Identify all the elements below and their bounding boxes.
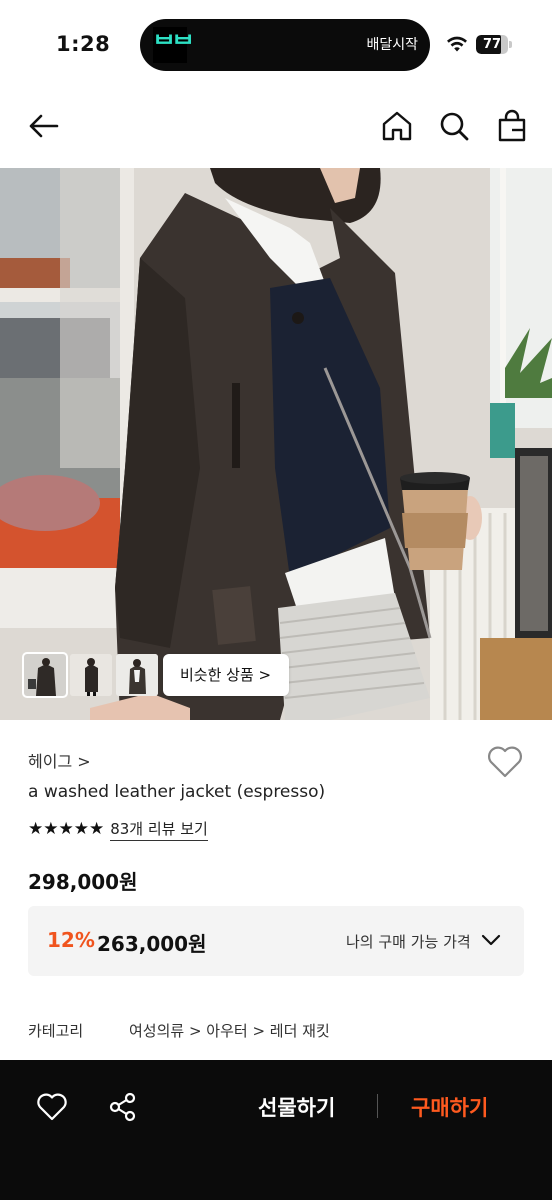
divider: [377, 1094, 378, 1118]
search-icon[interactable]: [437, 109, 471, 143]
discount-price: 263,000원: [97, 932, 207, 956]
category-label: 카테고리: [28, 1022, 84, 1040]
heart-outline-icon[interactable]: [486, 745, 524, 779]
original-price: 298,000원: [28, 870, 138, 894]
baemin-icon: ᄇᄇ: [153, 27, 194, 63]
rating-row: ★★★★★ 83개 리뷰 보기: [28, 818, 208, 841]
category-breadcrumb[interactable]: 여성의류 > 아우터 > 레더 재킷: [129, 1020, 330, 1041]
brand-link[interactable]: 헤이그 >: [28, 748, 91, 772]
heart-icon[interactable]: [36, 1093, 68, 1121]
thumbnail-2[interactable]: [70, 654, 112, 696]
top-nav: [0, 95, 552, 159]
home-icon[interactable]: [380, 109, 414, 143]
wifi-icon: [447, 36, 467, 52]
product-image[interactable]: [0, 168, 552, 720]
back-arrow-icon[interactable]: [26, 109, 60, 143]
thumbnail-1[interactable]: [22, 652, 68, 698]
my-price-label[interactable]: 나의 구매 가능 가격: [346, 931, 471, 952]
discount-panel[interactable]: 12% 263,000원 나의 구매 가능 가격: [28, 906, 524, 976]
star-rating: ★★★★★: [28, 819, 105, 839]
battery-icon: 77: [476, 35, 512, 54]
bottom-action-bar: 선물하기 구매하기: [0, 1060, 552, 1200]
status-bar: 1:28 ᄇᄇ 배달시작 77: [0, 0, 552, 90]
dynamic-island[interactable]: ᄇᄇ 배달시작: [140, 19, 430, 71]
buy-button[interactable]: 구매하기: [411, 1092, 488, 1122]
shopping-bag-icon[interactable]: [495, 109, 529, 143]
similar-products-button[interactable]: 비슷한 상품 >: [163, 654, 289, 696]
discount-rate: 12%: [47, 928, 95, 952]
review-link[interactable]: 83개 리뷰 보기: [110, 818, 208, 841]
product-photo: [0, 168, 552, 720]
battery-percent: 77: [482, 37, 502, 52]
chevron-down-icon[interactable]: [481, 933, 501, 947]
gift-button[interactable]: 선물하기: [258, 1092, 335, 1122]
share-icon[interactable]: [108, 1092, 138, 1122]
thumbnail-strip: [22, 652, 158, 698]
thumbnail-3[interactable]: [116, 654, 158, 696]
category-row: 카테고리 여성의류 > 아우터 > 레더 재킷: [28, 1020, 528, 1044]
product-title: a washed leather jacket (espresso): [28, 782, 326, 802]
island-activity-text: 배달시작: [366, 37, 418, 53]
status-time: 1:28: [56, 32, 111, 56]
